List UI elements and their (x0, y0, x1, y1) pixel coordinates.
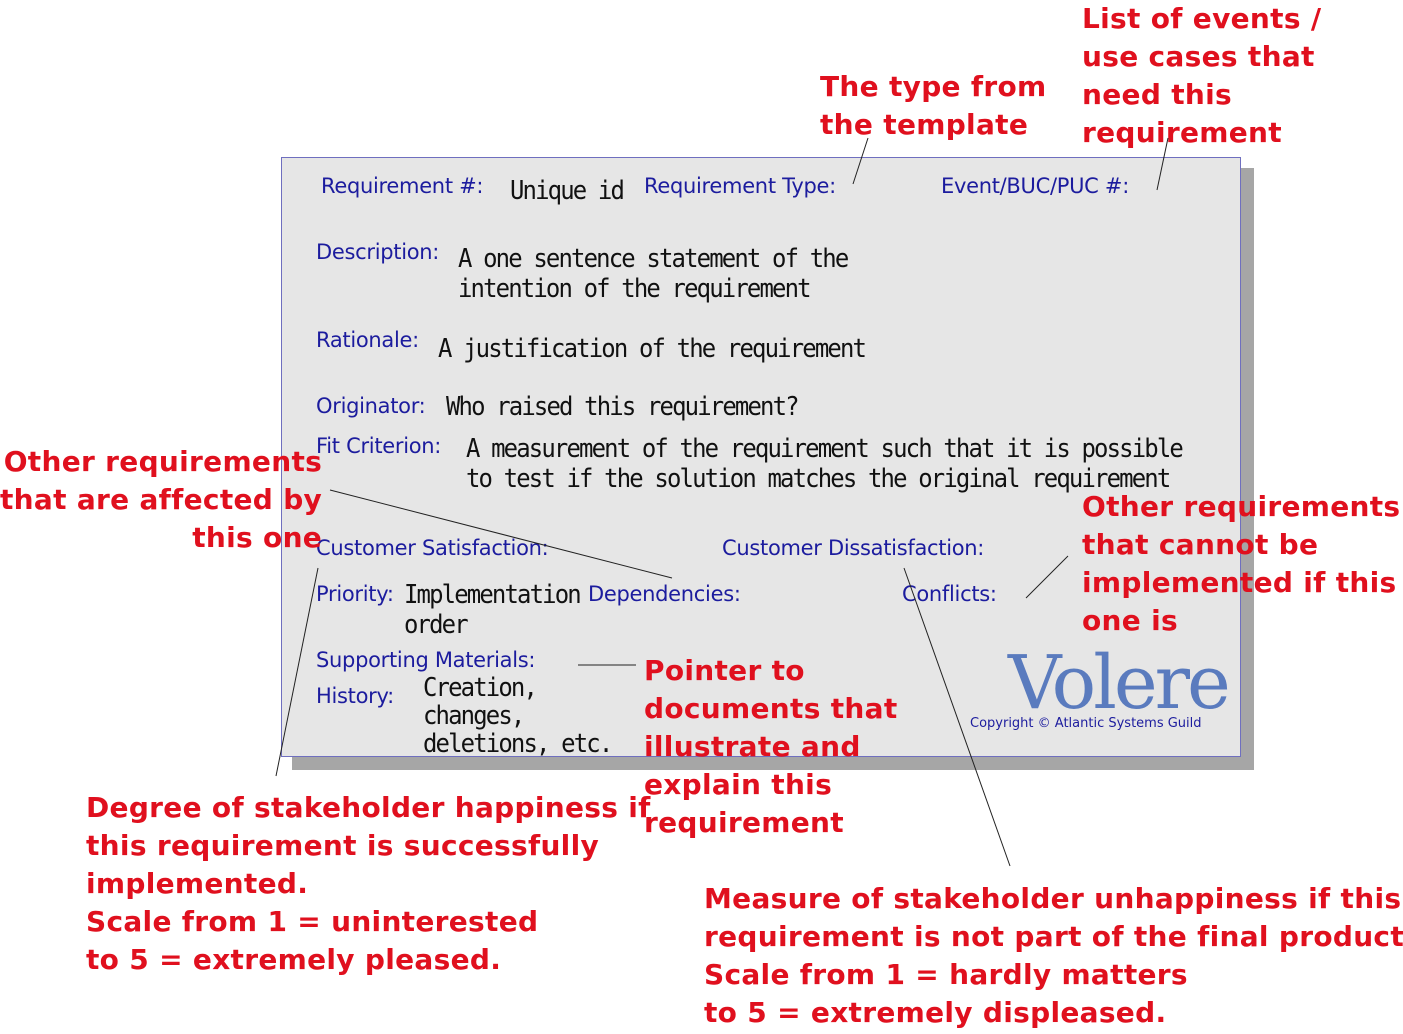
leader-line-type (852, 137, 869, 185)
leader-line-satisfaction (275, 567, 319, 777)
leader-line-events (1156, 137, 1169, 191)
leader-lines (275, 137, 1169, 867)
leader-line-dissatisfaction (903, 567, 1011, 867)
leader-line-dependencies (329, 489, 673, 579)
leader-line-conflicts (1025, 555, 1069, 599)
